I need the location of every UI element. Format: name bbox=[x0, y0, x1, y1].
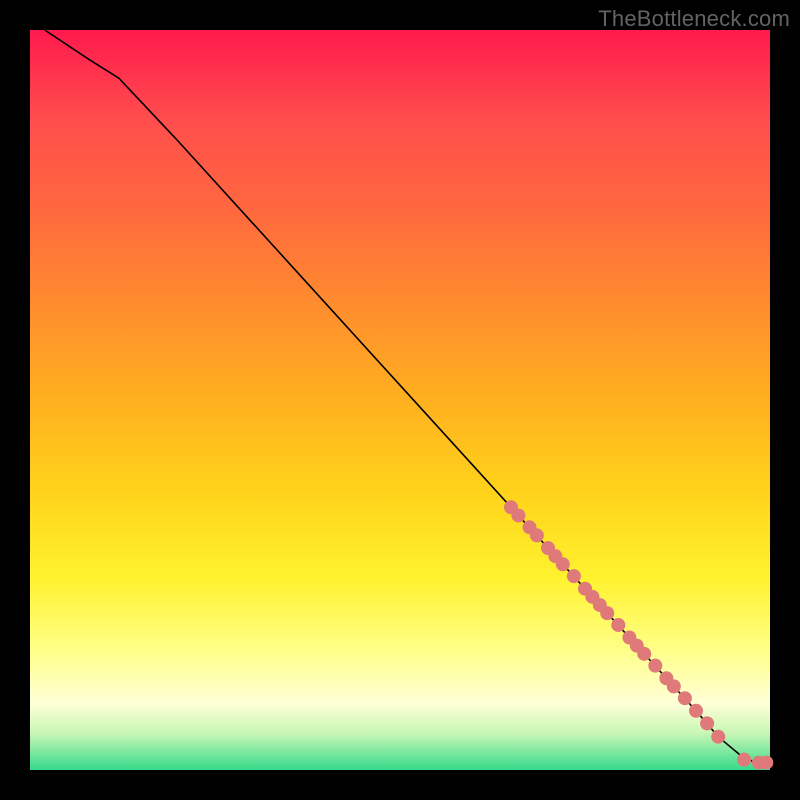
data-point bbox=[678, 691, 692, 705]
data-point bbox=[567, 569, 581, 583]
scatter-points bbox=[504, 500, 773, 769]
data-point bbox=[700, 716, 714, 730]
plot-area bbox=[30, 30, 770, 770]
data-point bbox=[759, 756, 773, 770]
data-point bbox=[667, 679, 681, 693]
data-point bbox=[530, 528, 544, 542]
chart-frame: TheBottleneck.com bbox=[0, 0, 800, 800]
chart-overlay-svg bbox=[30, 30, 770, 770]
bottleneck-curve bbox=[45, 30, 770, 763]
data-point bbox=[648, 659, 662, 673]
data-point bbox=[711, 730, 725, 744]
data-point bbox=[556, 557, 570, 571]
data-point bbox=[689, 704, 703, 718]
data-point bbox=[737, 753, 751, 767]
watermark-text: TheBottleneck.com bbox=[598, 6, 790, 32]
data-point bbox=[637, 647, 651, 661]
data-point bbox=[600, 606, 614, 620]
data-point bbox=[611, 618, 625, 632]
data-point bbox=[511, 508, 525, 522]
